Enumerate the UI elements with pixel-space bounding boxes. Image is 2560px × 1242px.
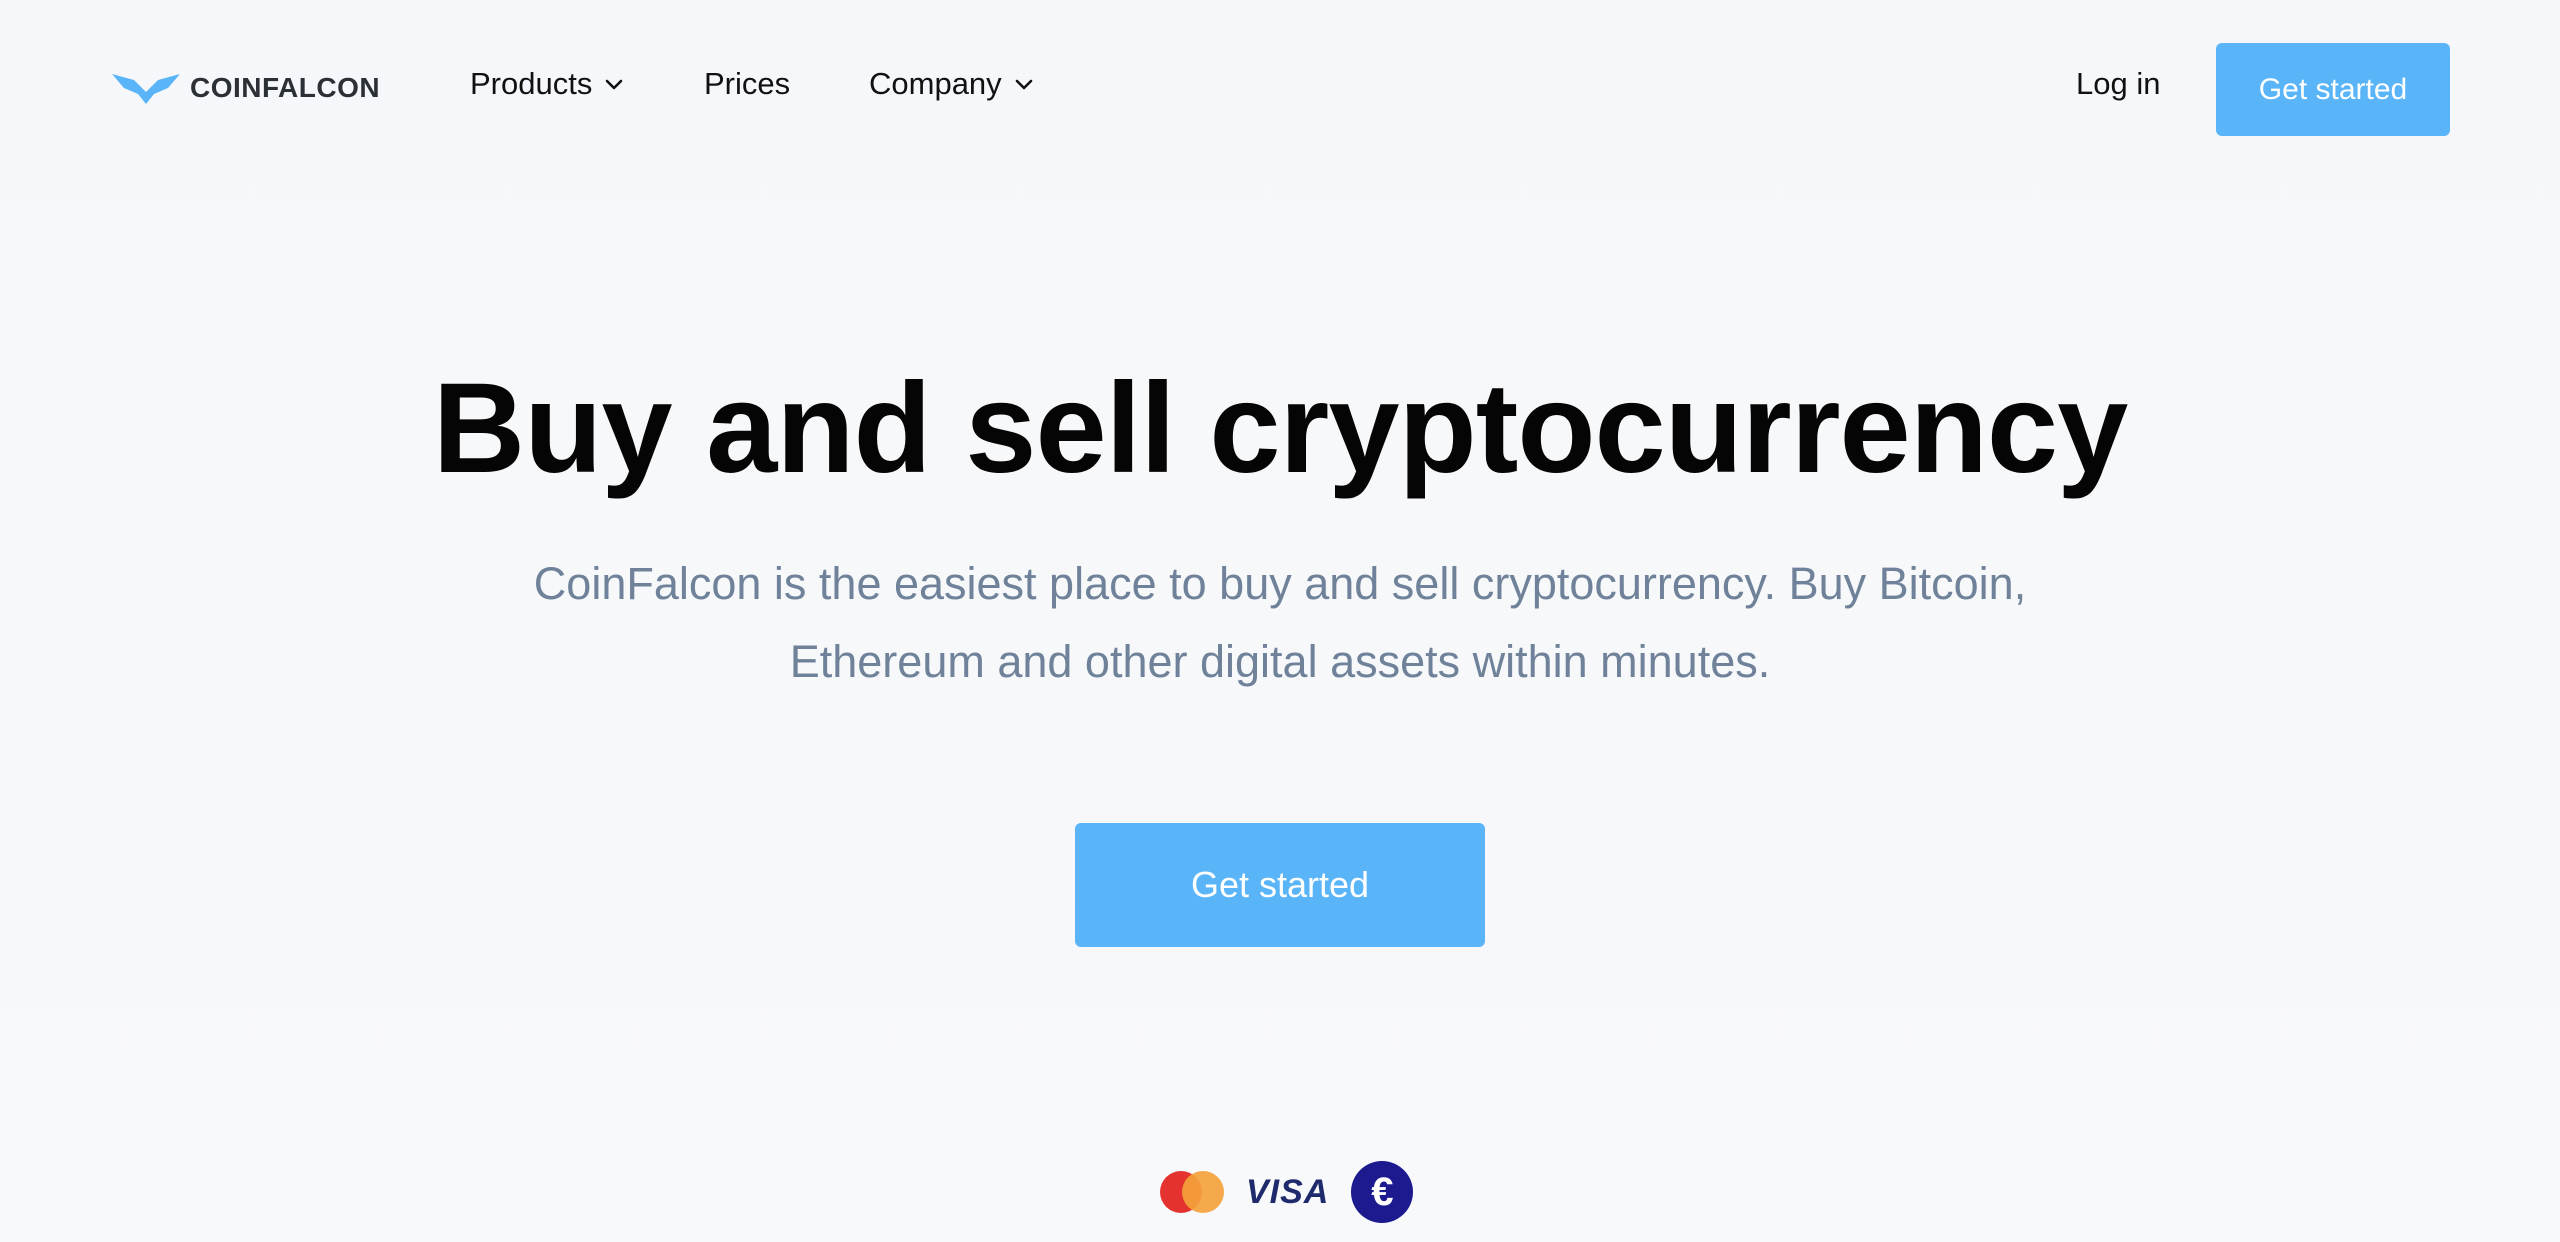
chevron-down-icon	[606, 79, 623, 90]
top-navigation: COINFALCON Products Prices Company Log i…	[0, 0, 2560, 178]
nav-products[interactable]: Products	[470, 66, 624, 102]
payment-methods: VISA €	[1160, 1160, 1414, 1224]
falcon-icon	[112, 74, 180, 104]
nav-prices-label: Prices	[704, 66, 791, 101]
hero-get-started-button[interactable]: Get started	[1075, 823, 1485, 947]
hero-title: Buy and sell cryptocurrency	[432, 357, 2129, 500]
nav-company-label: Company	[869, 66, 1002, 101]
nav-prices[interactable]: Prices	[704, 66, 790, 102]
brand-name: COINFALCON	[190, 72, 381, 103]
nav-company[interactable]: Company	[869, 66, 1034, 102]
mastercard-icon	[1160, 1171, 1224, 1213]
visa-icon: VISA	[1246, 1172, 1330, 1211]
nav-products-label: Products	[470, 66, 593, 101]
chevron-down-icon	[1015, 79, 1032, 90]
header-get-started-button[interactable]: Get started	[2216, 43, 2450, 136]
login-link[interactable]: Log in	[2076, 66, 2160, 102]
hero-subtitle: CoinFalcon is the easiest place to buy a…	[533, 558, 2027, 687]
euro-icon: €	[1351, 1161, 1414, 1223]
coinfalcon-logo[interactable]: COINFALCON	[110, 68, 380, 108]
